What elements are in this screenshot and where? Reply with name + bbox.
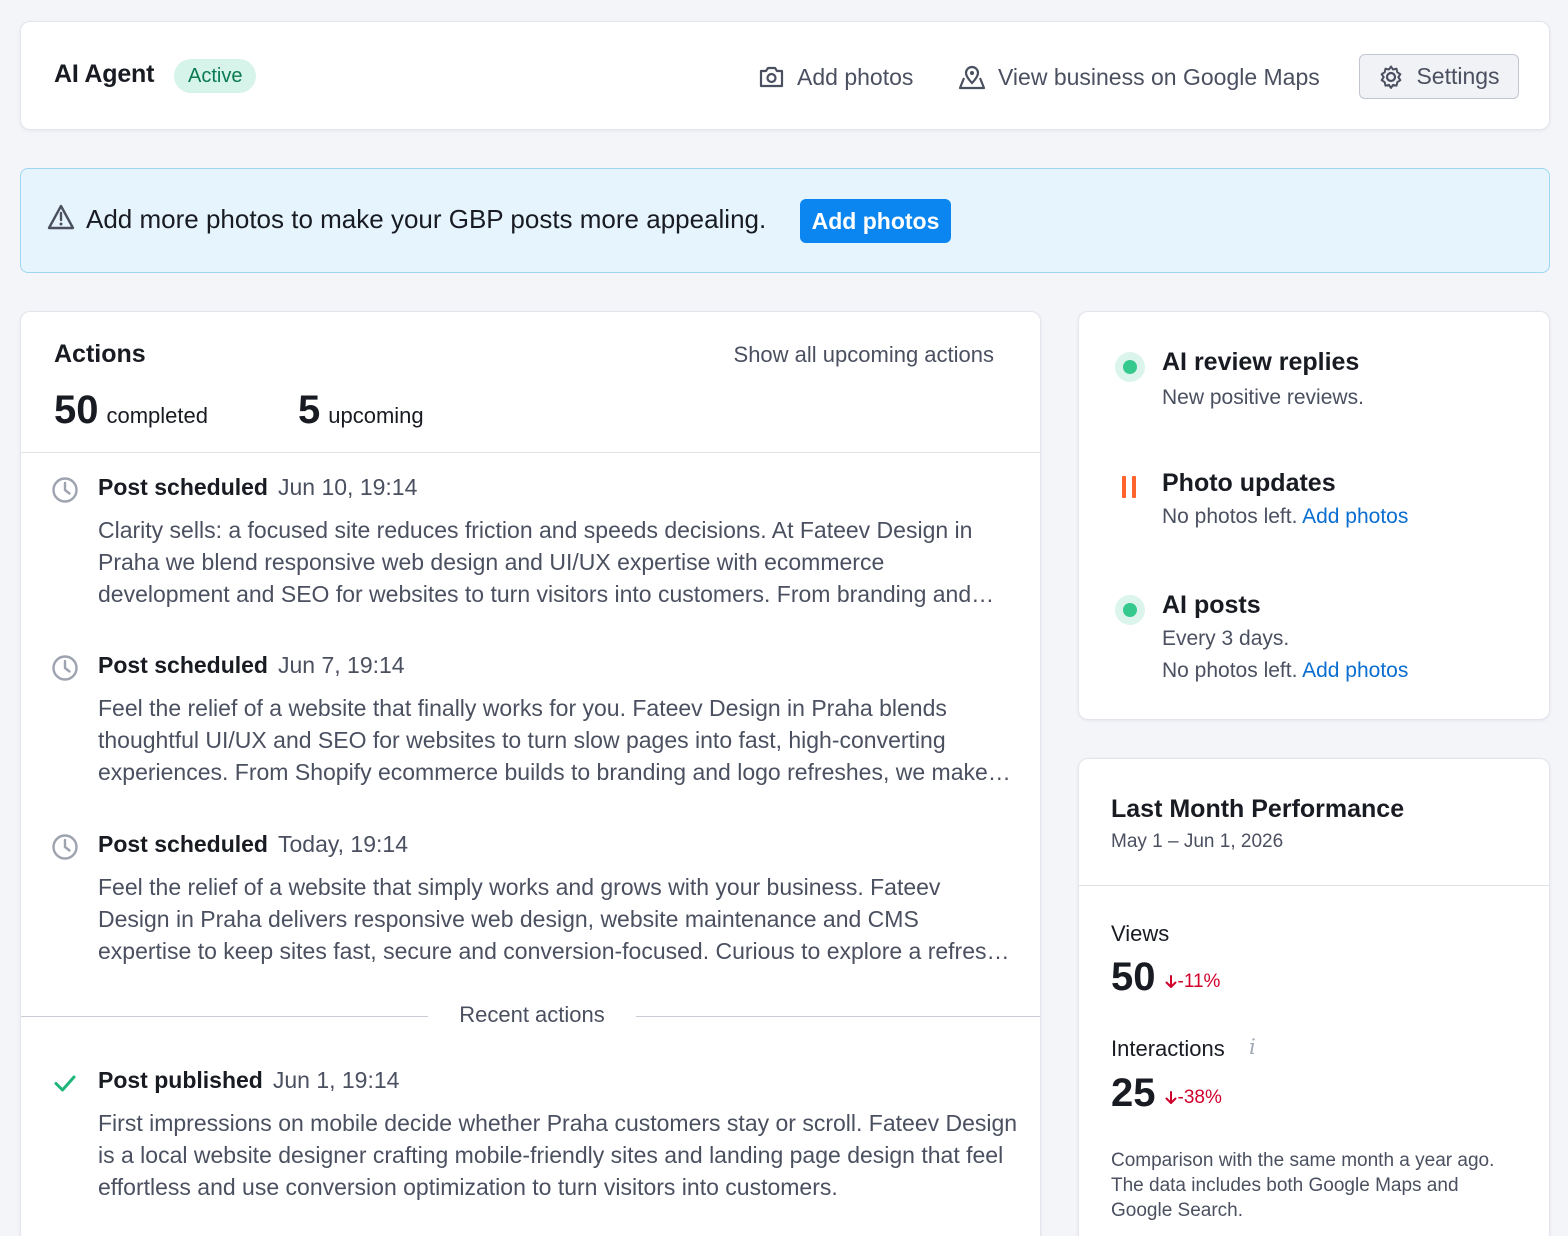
action-text: Feel the relief of a website that finall… <box>98 695 988 785</box>
action-kind: Post scheduled <box>98 474 268 500</box>
completed-label: completed <box>106 403 209 428</box>
show-all-upcoming-link[interactable]: Show all upcoming actions <box>734 342 994 368</box>
separator-line <box>636 1016 1040 1017</box>
agent-status-card: AI review replies New positive reviews. … <box>1078 311 1550 720</box>
action-date: Jun 10, 19:14 <box>277 474 418 500</box>
action-kind: Post published <box>98 1067 263 1093</box>
arrow-down-icon <box>1165 975 1176 988</box>
arrow-down-icon <box>1165 1091 1176 1104</box>
action-date: Today, 19:14 <box>277 831 408 857</box>
performance-date-range: May 1 – Jun 1, 2026 <box>1111 831 1284 852</box>
views-delta-value: -11% <box>1177 971 1221 992</box>
banner-add-photos-button[interactable]: Add photos <box>800 199 951 243</box>
settings-button[interactable]: Settings <box>1359 54 1519 99</box>
action-text: First impressions on mobile decide wheth… <box>98 1110 1018 1200</box>
action-header: Post scheduled Jun 7, 19:14 <box>98 652 405 679</box>
divider <box>21 452 1040 453</box>
settings-label: Settings <box>1416 63 1500 89</box>
status-description-text: No photos left. <box>1162 659 1298 682</box>
warning-icon <box>47 204 75 230</box>
action-header: Post scheduled Jun 10, 19:14 <box>98 474 417 501</box>
camera-icon <box>759 66 784 88</box>
agent-header: AI Agent Active Add photos View business… <box>20 21 1550 130</box>
status-title: Photo updates <box>1162 469 1336 497</box>
action-date: Jun 7, 19:14 <box>277 652 405 678</box>
actions-card: Actions Show all upcoming actions 50 com… <box>20 311 1041 1236</box>
performance-card: Last Month Performance May 1 – Jun 1, 20… <box>1078 758 1550 1236</box>
views-delta: -11% <box>1164 971 1221 993</box>
clock-icon <box>52 655 78 681</box>
photo-warning-banner: Add more photos to make your GBP posts m… <box>20 168 1550 273</box>
action-header: Post published Jun 1, 19:14 <box>98 1067 399 1094</box>
interactions-label: Interactions <box>1111 1036 1225 1061</box>
interactions-delta-value: -38% <box>1177 1087 1222 1108</box>
status-description: New positive reviews. <box>1162 386 1364 409</box>
performance-title: Last Month Performance <box>1111 795 1405 823</box>
completed-count: 50 <box>54 388 99 432</box>
interactions-metric: 25 -38% <box>1111 1071 1222 1116</box>
action-kind: Post scheduled <box>98 652 268 678</box>
performance-note: Comparison with the same month a year ag… <box>1111 1150 1495 1221</box>
views-label: Views <box>1111 921 1170 946</box>
status-frequency: Every 3 days. <box>1162 627 1290 650</box>
action-header: Post scheduled Today, 19:14 <box>98 831 408 858</box>
action-date: Jun 1, 19:14 <box>272 1067 400 1093</box>
views-metric: 50 -11% <box>1111 955 1220 1000</box>
upcoming-stat: 5 upcoming <box>298 388 424 433</box>
status-description: No photos left. Add photos <box>1162 659 1408 683</box>
action-kind: Post scheduled <box>98 831 268 857</box>
header-add-photos-label: Add photos <box>797 63 914 90</box>
actions-title: Actions <box>54 340 146 368</box>
status-add-photos-link[interactable]: Add photos <box>1302 659 1408 682</box>
active-indicator-icon <box>1115 352 1145 382</box>
header-add-photos-button[interactable]: Add photos <box>758 56 913 98</box>
clock-icon <box>52 477 78 503</box>
info-icon[interactable]: i <box>1249 1035 1256 1059</box>
banner-message: Add more photos to make your GBP posts m… <box>86 204 767 234</box>
status-description-text: No photos left. <box>1162 505 1298 528</box>
active-indicator-icon <box>1115 595 1145 625</box>
recent-actions-label: Recent actions <box>459 1002 605 1027</box>
status-add-photos-link[interactable]: Add photos <box>1302 505 1408 528</box>
upcoming-label: upcoming <box>328 403 424 428</box>
status-title: AI review replies <box>1162 348 1360 376</box>
check-icon <box>54 1075 76 1092</box>
separator-line <box>21 1016 428 1017</box>
status-title: AI posts <box>1162 591 1261 619</box>
completed-stat: 50 completed <box>54 388 208 433</box>
view-on-maps-button[interactable]: View business on Google Maps <box>958 56 1320 98</box>
page-title: AI Agent <box>54 60 155 88</box>
interactions-delta: -38% <box>1164 1087 1222 1109</box>
clock-icon <box>52 834 78 860</box>
recent-actions-separator: Recent actions <box>21 1002 1040 1032</box>
view-on-maps-label: View business on Google Maps <box>998 63 1320 90</box>
action-text: Feel the relief of a website that simply… <box>98 874 1000 964</box>
interactions-value: 25 <box>1111 1071 1156 1115</box>
views-value: 50 <box>1111 955 1156 999</box>
upcoming-count: 5 <box>298 388 321 432</box>
map-pin-icon <box>958 65 986 90</box>
status-badge: Active <box>174 59 257 93</box>
gear-icon <box>1381 65 1402 89</box>
pause-icon <box>1122 476 1136 498</box>
status-description: No photos left. Add photos <box>1162 505 1408 529</box>
action-text: Clarity sells: a focused site reduces fr… <box>98 517 973 607</box>
divider <box>1079 885 1549 886</box>
